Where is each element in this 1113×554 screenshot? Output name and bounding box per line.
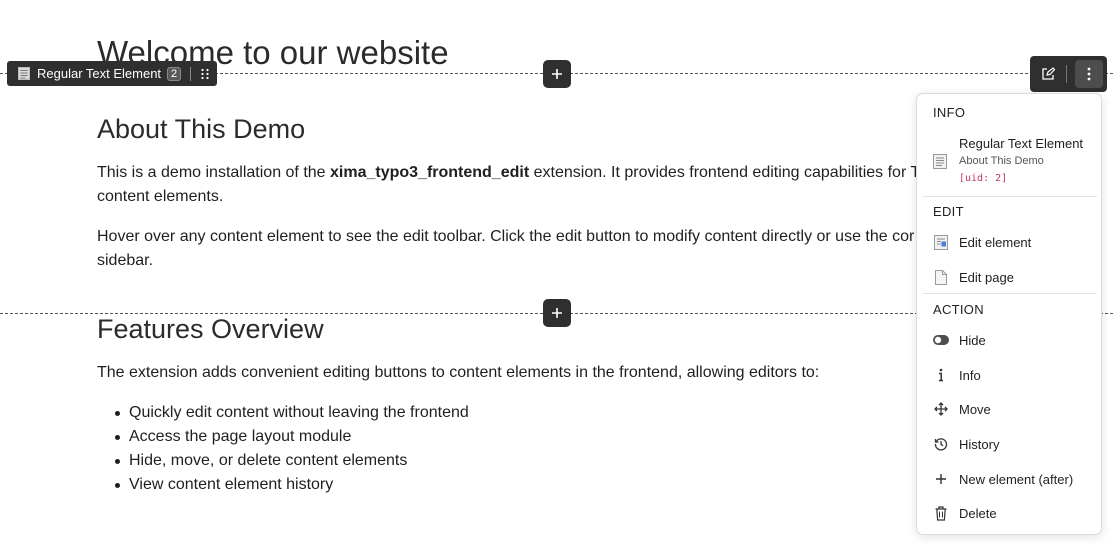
menu-item-info[interactable]: Info [917, 360, 1101, 390]
drag-handle-icon[interactable] [200, 68, 210, 80]
menu-section-edit: EDIT [933, 204, 964, 219]
menu-item-label: Edit page [959, 269, 1014, 285]
edit-element-icon [933, 234, 949, 250]
menu-item-hide[interactable]: Hide [917, 325, 1101, 355]
uid-badge: 2 [167, 66, 182, 81]
history-icon [933, 436, 949, 452]
features-list: Quickly edit content without leaving the… [115, 401, 469, 497]
paragraph-hover-line1: Hover over any content element to see th… [97, 228, 915, 245]
add-element-button-bottom[interactable] [543, 299, 571, 327]
plus-icon [552, 69, 562, 79]
paragraph-intro-text-after: extension. It provides frontend editing … [529, 164, 921, 181]
toolbar-divider [190, 66, 192, 81]
document-icon [933, 154, 947, 169]
menu-divider [923, 293, 1097, 294]
menu-item-delete[interactable]: Delete [917, 498, 1101, 528]
menu-item-label: Edit element [959, 234, 1032, 250]
add-element-button-top[interactable] [543, 60, 571, 88]
paragraph-intro-line2: content elements. [97, 188, 224, 205]
list-item: Quickly edit content without leaving the… [115, 401, 469, 425]
menu-item-label: Info [959, 367, 981, 383]
element-toolbar: Regular Text Element 2 [7, 61, 217, 86]
plus-icon [933, 471, 949, 487]
menu-item-edit-element[interactable]: Edit element [917, 227, 1101, 257]
more-vertical-icon [1087, 67, 1091, 81]
edit-button[interactable] [1030, 56, 1066, 92]
extension-name: xima_typo3_frontend_edit [330, 164, 530, 181]
menu-divider [923, 196, 1097, 197]
menu-item-new-element-after[interactable]: New element (after) [917, 464, 1101, 494]
edit-icon [1042, 67, 1055, 80]
element-actions-toolbar [1030, 56, 1107, 92]
menu-item-history[interactable]: History [917, 429, 1101, 459]
menu-item-label: New element (after) [959, 471, 1074, 487]
menu-section-action: ACTION [933, 302, 984, 317]
context-menu: INFO Regular Text Element About This Dem… [916, 93, 1102, 535]
plus-icon [552, 308, 562, 318]
page-icon [933, 269, 949, 285]
list-item: View content element history [115, 473, 469, 497]
menu-section-info: INFO [933, 105, 966, 120]
paragraph-hover-line2: sidebar. [97, 252, 154, 269]
menu-item-label: History [959, 436, 1000, 452]
menu-item-label: Move [959, 401, 991, 417]
more-menu-button[interactable] [1075, 60, 1103, 88]
toggle-icon [933, 332, 949, 348]
document-icon [18, 67, 30, 80]
paragraph-intro-text: This is a demo installation of the [97, 164, 331, 181]
toolbar-divider [1066, 65, 1067, 83]
element-type-label: Regular Text Element [37, 66, 162, 81]
info-uid: [uid: 2] [959, 173, 1008, 184]
section-heading-about: About This Demo [97, 114, 306, 144]
info-icon [933, 367, 949, 383]
section-heading-features: Features Overview [97, 314, 324, 344]
menu-item-edit-page[interactable]: Edit page [917, 262, 1101, 292]
menu-item-label: Delete [959, 505, 997, 521]
info-element-title: About This Demo [959, 155, 1044, 167]
menu-item-move[interactable]: Move [917, 394, 1101, 424]
menu-item-label: Hide [959, 332, 986, 348]
info-element-type: Regular Text Element [959, 136, 1084, 151]
list-item: Access the page layout module [115, 425, 469, 449]
move-icon [933, 401, 949, 417]
trash-icon [933, 505, 949, 521]
list-item: Hide, move, or delete content elements [115, 449, 469, 473]
